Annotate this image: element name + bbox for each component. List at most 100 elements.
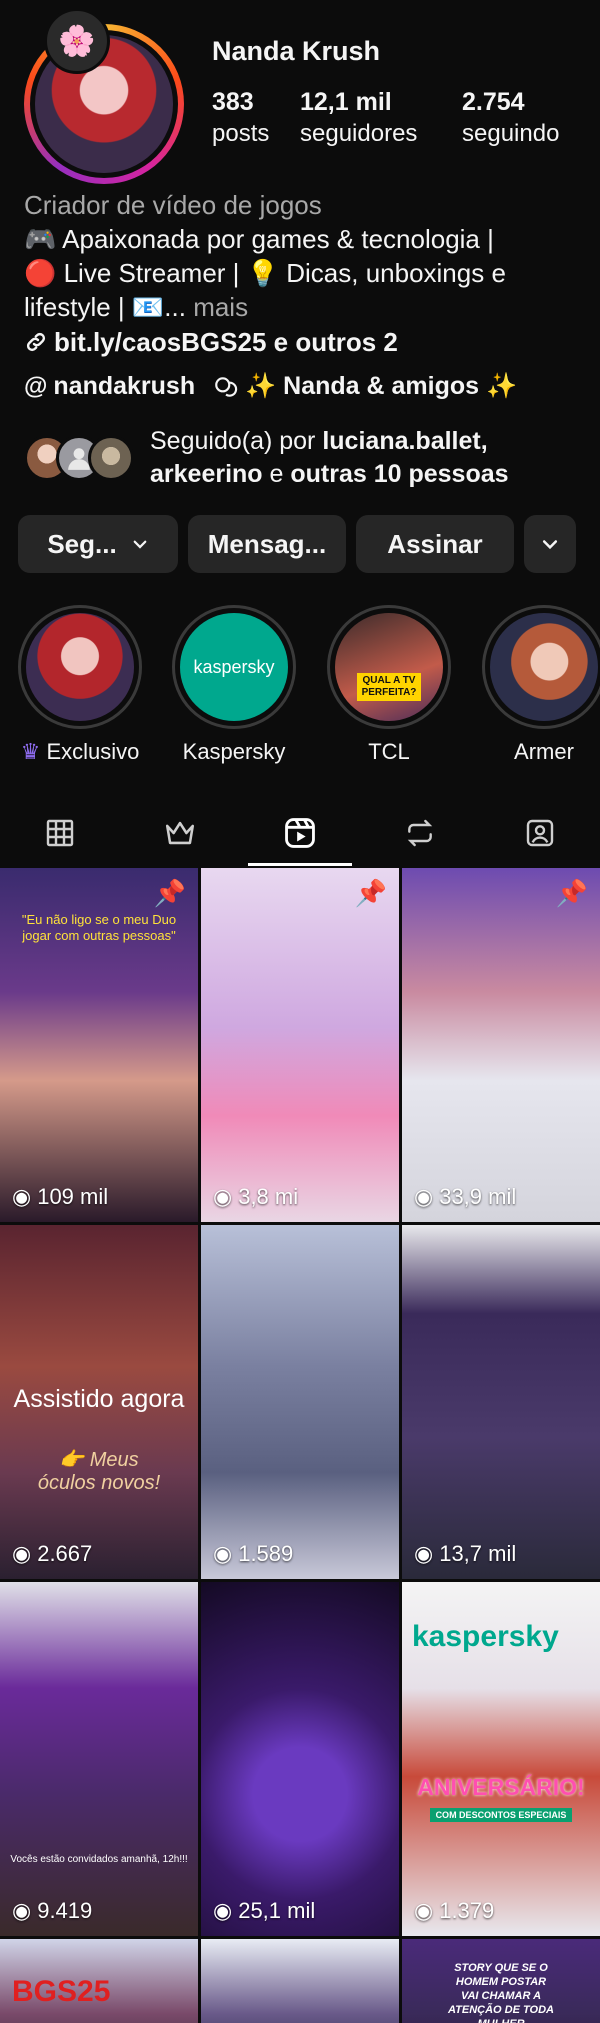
reel-caption: STORY QUE SE O HOMEM POSTAR VAI CHAMAR A… — [448, 1962, 554, 2023]
bio-line-3-text: lifestyle | 📧... — [24, 292, 186, 322]
reel-tile[interactable]: 📌 ◉ 33,9 mil — [402, 868, 600, 1222]
reel-tile[interactable]: Assistido agora 👉 Meus óculos novos! ◉ 2.… — [0, 1225, 198, 1579]
reel-views: ◉ 109 mil — [12, 1184, 108, 1210]
highlight-label: Kaspersky — [182, 739, 286, 764]
eye-icon: ◉ — [213, 1898, 233, 1923]
profile-link-text: bit.ly/caosBGS25 e outros 2 — [54, 327, 398, 357]
channel-chip[interactable]: ✨ Nanda & amigos ✨ — [213, 372, 517, 401]
reel-tile[interactable]: "Eu não ligo se o meu Duo jogar com outr… — [0, 868, 198, 1222]
reel-tile[interactable]: BGS25 — [0, 1939, 198, 2023]
subscribe-button[interactable]: Assinar — [356, 515, 514, 573]
chevron-down-icon — [542, 540, 558, 550]
threads-chip[interactable]: @ nandakrush — [24, 372, 195, 401]
profile-tabs — [0, 800, 600, 866]
posts-count: 383 — [212, 88, 254, 116]
tab-tagged[interactable] — [480, 800, 600, 866]
suggested-accounts-button[interactable] — [524, 515, 576, 573]
reel-subcaption-box: COM DESCONTOS ESPECIAIS — [402, 1808, 600, 1822]
followers-label: seguidores — [300, 120, 418, 147]
reel-views: ◉ 1.379 — [414, 1898, 494, 1924]
highlight-image: kaspersky — [180, 613, 288, 721]
profile-actions: Seg... Mensag... Assinar — [18, 515, 576, 573]
bio-more-link[interactable]: mais — [193, 292, 248, 322]
tab-grid[interactable] — [0, 800, 120, 866]
crown-icon: ♛ — [20, 739, 41, 764]
pin-icon: 📌 — [354, 878, 387, 908]
broadcast-channel-icon — [215, 376, 238, 397]
followed-by-text: Seguido(a) por luciana.ballet, arkeerino… — [150, 425, 509, 491]
highlight-tcl[interactable]: QUAL A TV PERFEITA? TCL — [327, 605, 451, 765]
followers-stat[interactable]: 12,1 mil seguidores — [300, 86, 417, 150]
reel-tile[interactable]: ◉ 25,1 mil — [201, 1582, 399, 1936]
bio-line-3: lifestyle | 📧... mais — [24, 290, 248, 324]
views-count: 109 mil — [37, 1184, 109, 1209]
reel-tile[interactable]: Vocês estão convidados amanhã, 12h!!! ◉ 9… — [0, 1582, 198, 1936]
bio-line-1: 🎮 Apaixonada por games & tecnologia | — [24, 224, 494, 254]
tagged-user-icon — [526, 819, 554, 847]
followers-count: 12,1 mil — [300, 88, 392, 116]
watched-now-label: Assistido agora — [13, 1385, 185, 1413]
posts-stat[interactable]: 383 posts — [212, 86, 269, 150]
kaspersky-logo-text: kaspersky — [193, 656, 275, 677]
tab-reposts[interactable] — [360, 800, 480, 866]
tab-subscriptions[interactable] — [120, 800, 240, 866]
subscribe-button-label: Assinar — [387, 528, 483, 559]
eye-icon: ◉ — [213, 1184, 233, 1209]
reel-caption: 👉 Meus óculos novos! — [37, 1449, 161, 1494]
reel-tile[interactable]: STORY QUE SE O HOMEM POSTAR VAI CHAMAR A… — [402, 1939, 600, 2023]
following-stat[interactable]: 2.754 seguindo — [462, 86, 559, 150]
views-count: 33,9 mil — [439, 1184, 517, 1209]
views-count: 9.419 — [37, 1898, 93, 1923]
reels-icon — [285, 818, 315, 848]
mutual-followers[interactable]: Seguido(a) por luciana.ballet, arkeerino… — [24, 425, 509, 491]
threads-handle: nandakrush — [53, 372, 196, 400]
highlight-label-text: Exclusivo — [46, 739, 140, 764]
reel-tile[interactable] — [201, 1939, 399, 2023]
grid-icon — [46, 819, 74, 847]
profile-category: Criador de vídeo de jogos — [24, 190, 322, 220]
reel-views: ◉ 3,8 mi — [213, 1184, 298, 1210]
views-count: 13,7 mil — [439, 1541, 517, 1566]
reel-tile[interactable]: ◉ 13,7 mil — [402, 1225, 600, 1579]
highlight-exclusivo[interactable]: ♛ Exclusivo — [18, 605, 142, 765]
reel-tile[interactable]: kaspersky ANIVERSÁRIO! COM DESCONTOS ESP… — [402, 1582, 600, 1936]
reel-tile[interactable]: 📌 ◉ 3,8 mi — [201, 868, 399, 1222]
views-count: 2.667 — [37, 1541, 93, 1566]
following-label: seguindo — [462, 120, 560, 147]
following-button[interactable]: Seg... — [18, 515, 178, 573]
reel-views: ◉ 1.589 — [213, 1541, 293, 1567]
note-bubble[interactable]: 🌸 — [44, 8, 110, 74]
followed-by-prefix: Seguido(a) por — [150, 427, 316, 455]
tab-reels[interactable] — [240, 800, 360, 866]
eye-icon: ◉ — [12, 1184, 32, 1209]
reel-caption: "Eu não ligo se o meu Duo jogar com outr… — [21, 912, 177, 943]
message-button[interactable]: Mensag... — [188, 515, 346, 573]
highlight-image-caption: QUAL A TV PERFEITA? — [357, 673, 421, 701]
pin-icon: 📌 — [555, 878, 588, 908]
profile-name: Nanda Krush — [212, 36, 381, 66]
crown-icon — [165, 821, 195, 845]
views-count: 1.379 — [439, 1898, 495, 1923]
reel-subcaption: COM DESCONTOS ESPECIAIS — [429, 1808, 573, 1822]
highlight-label: TCL — [368, 739, 410, 764]
highlight-image — [490, 613, 598, 721]
kaspersky-brand-text: kaspersky — [412, 1620, 559, 1653]
chevron-down-icon — [133, 540, 147, 549]
reel-tile[interactable]: ◉ 1.589 — [201, 1225, 399, 1579]
mutual-avatar-3 — [88, 435, 134, 481]
highlight-kaspersky[interactable]: kaspersky Kaspersky — [172, 605, 296, 765]
message-button-label: Mensag... — [207, 528, 327, 559]
highlight-armer[interactable]: Armer — [482, 605, 600, 765]
profile-chips: @ nandakrush ✨ Nanda & amigos ✨ — [24, 372, 517, 401]
reel-views: ◉ 9.419 — [12, 1898, 92, 1924]
reel-caption: Vocês estão convidados amanhã, 12h!!! — [10, 1854, 188, 1865]
reel-views: ◉ 13,7 mil — [414, 1541, 516, 1567]
followed-by-user-2: arkeerino — [150, 460, 263, 488]
views-count: 25,1 mil — [238, 1898, 316, 1923]
profile-link[interactable]: bit.ly/caosBGS25 e outros 2 — [24, 325, 398, 359]
highlight-image: QUAL A TV PERFEITA? — [335, 613, 443, 721]
highlight-label: ♛ Exclusivo — [18, 739, 142, 765]
note-emoji: 🌸 — [58, 24, 96, 58]
bgs-brand-text: BGS25 — [12, 1975, 111, 2008]
reels-grid: "Eu não ligo se o meu Duo jogar com outr… — [0, 868, 600, 2023]
